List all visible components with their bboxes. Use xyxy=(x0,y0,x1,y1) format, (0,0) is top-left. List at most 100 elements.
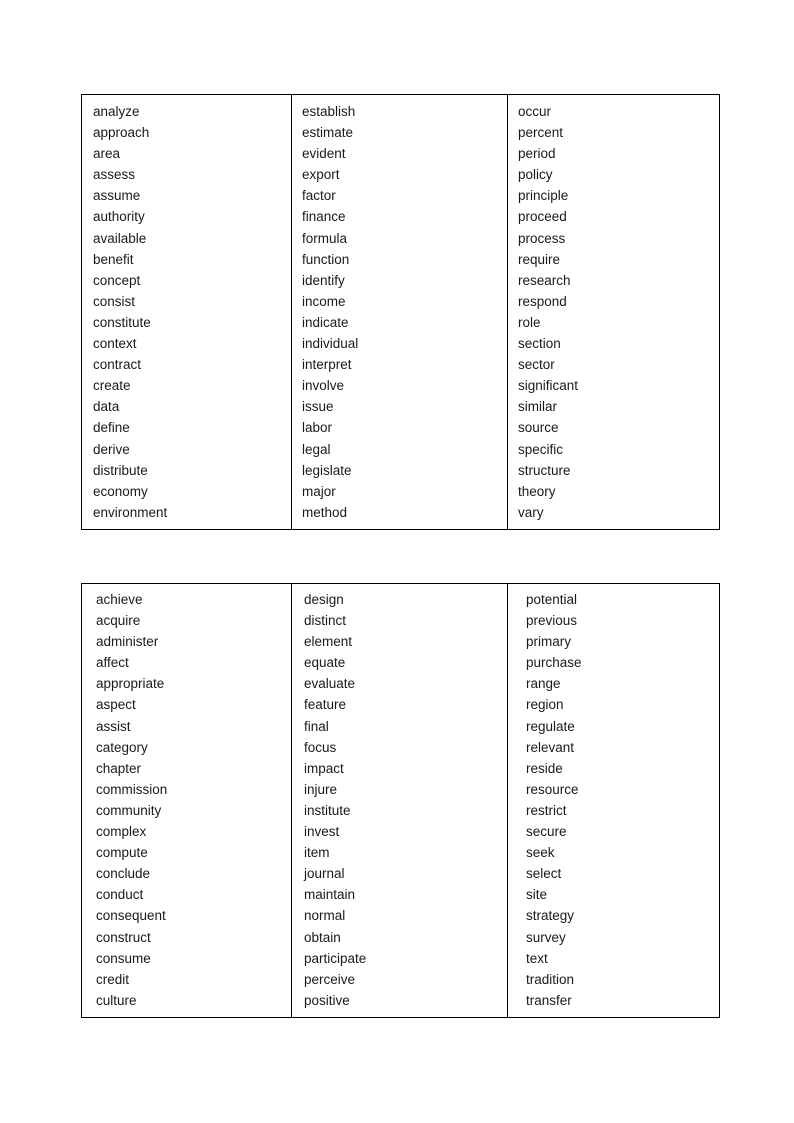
table-cell-column-1: analyze approach area assess assume authority… xyxy=(81,94,292,530)
word-item: reside xyxy=(526,760,563,776)
table-row: analyze approach area assess assume authority… xyxy=(81,94,720,530)
word-item: participate xyxy=(304,950,367,966)
word-item: credit xyxy=(96,971,130,987)
word-item: acquire xyxy=(96,613,141,629)
word-item: benefit xyxy=(93,251,134,267)
word-item: structure xyxy=(518,462,571,478)
word-item: complex xyxy=(96,824,147,840)
word-item: similar xyxy=(518,399,557,415)
word-item: achieve xyxy=(96,592,143,607)
word-item: affect xyxy=(96,655,129,671)
word-item: aspect xyxy=(96,697,136,713)
table-cell-column-1: achieve acquire administer affect appropriat… xyxy=(81,583,292,1018)
word-item: factor xyxy=(302,188,336,204)
word-item: establish xyxy=(302,104,356,119)
word-item: design xyxy=(304,592,344,607)
word-item: institute xyxy=(304,802,351,818)
word-list-2-1: achieve acquire administer affect appropriat… xyxy=(82,584,291,1017)
word-item: interpret xyxy=(302,357,352,373)
word-item: assume xyxy=(93,188,141,204)
word-item: transfer xyxy=(526,992,572,1008)
word-item: vary xyxy=(518,504,544,520)
word-item: primary xyxy=(526,634,572,650)
word-item: conclude xyxy=(96,866,151,882)
word-item: tradition xyxy=(526,971,575,987)
word-item: section xyxy=(518,336,561,352)
word-item: available xyxy=(93,230,147,246)
word-item: maintain xyxy=(304,887,356,903)
word-item: approach xyxy=(93,125,150,141)
word-item: income xyxy=(302,293,346,309)
word-item: final xyxy=(304,718,329,734)
word-item: item xyxy=(304,845,330,861)
word-item: economy xyxy=(93,483,148,499)
word-item: identify xyxy=(302,272,345,288)
word-item: context xyxy=(93,336,137,352)
word-item: journal xyxy=(304,866,345,882)
word-item: community xyxy=(96,802,162,818)
word-item: element xyxy=(304,634,353,650)
word-item: formula xyxy=(302,230,348,246)
word-item: theory xyxy=(518,483,556,499)
word-list-1-1: analyze approach area assess assume authority… xyxy=(82,95,291,529)
word-item: proceed xyxy=(518,209,567,225)
word-item: finance xyxy=(302,209,346,225)
word-item: specific xyxy=(518,441,564,457)
table-row: achieve acquire administer affect appropriat… xyxy=(81,583,720,1018)
document-page: analyze approach area assess assume authority… xyxy=(0,0,794,1123)
word-item: legal xyxy=(302,441,331,457)
word-item: significant xyxy=(518,378,579,394)
word-item: purchase xyxy=(526,655,582,671)
word-item: method xyxy=(302,504,348,520)
word-item: feature xyxy=(304,697,347,713)
word-item: consume xyxy=(96,950,151,966)
word-item: require xyxy=(518,251,561,267)
word-item: constitute xyxy=(93,314,151,330)
word-item: previous xyxy=(526,613,578,629)
word-item: text xyxy=(526,950,548,966)
word-item: individual xyxy=(302,336,359,352)
word-item: focus xyxy=(304,739,337,755)
word-item: data xyxy=(93,399,120,415)
word-item: site xyxy=(526,887,548,903)
word-item: concept xyxy=(93,272,141,288)
word-item: function xyxy=(302,251,350,267)
word-item: respond xyxy=(518,293,567,309)
academic-word-list-table-2: achieve acquire administer affect appropriat… xyxy=(81,583,720,1018)
table-cell-column-2: establish estimate evident export factor fina… xyxy=(291,94,508,530)
word-item: restrict xyxy=(526,802,567,818)
word-item: survey xyxy=(526,929,566,945)
word-item: equate xyxy=(304,655,346,671)
word-item: evaluate xyxy=(304,676,356,692)
word-item: research xyxy=(518,272,571,288)
word-item: culture xyxy=(96,992,137,1008)
word-item: conduct xyxy=(96,887,144,903)
word-item: legislate xyxy=(302,462,352,478)
word-item: region xyxy=(526,697,564,713)
word-list-1-2: establish estimate evident export factor fina… xyxy=(292,95,507,529)
word-item: role xyxy=(518,314,541,330)
word-item: process xyxy=(518,230,566,246)
word-item: issue xyxy=(302,399,334,415)
word-item: range xyxy=(526,676,561,692)
word-item: assist xyxy=(96,718,131,734)
word-item: distribute xyxy=(93,462,148,478)
word-item: category xyxy=(96,739,148,755)
table-cell-column-2: design distinct element equate evaluate featu… xyxy=(291,583,508,1018)
academic-word-list-table-1: analyze approach area assess assume authority… xyxy=(81,94,720,530)
word-item: invest xyxy=(304,824,340,840)
word-item: construct xyxy=(96,929,151,945)
table-cell-column-3: occur percent period policy principle proceed… xyxy=(507,94,720,530)
word-item: potential xyxy=(526,592,578,607)
word-item: consist xyxy=(93,293,136,309)
word-item: export xyxy=(302,167,340,183)
word-item: administer xyxy=(96,634,159,650)
word-item: normal xyxy=(304,908,346,924)
word-item: major xyxy=(302,483,336,499)
word-item: secure xyxy=(526,824,567,840)
word-item: consequent xyxy=(96,908,166,924)
word-item: positive xyxy=(304,992,350,1008)
word-item: principle xyxy=(518,188,569,204)
word-item: assess xyxy=(93,167,136,183)
word-list-1-3: occur percent period policy principle proceed… xyxy=(508,95,719,529)
